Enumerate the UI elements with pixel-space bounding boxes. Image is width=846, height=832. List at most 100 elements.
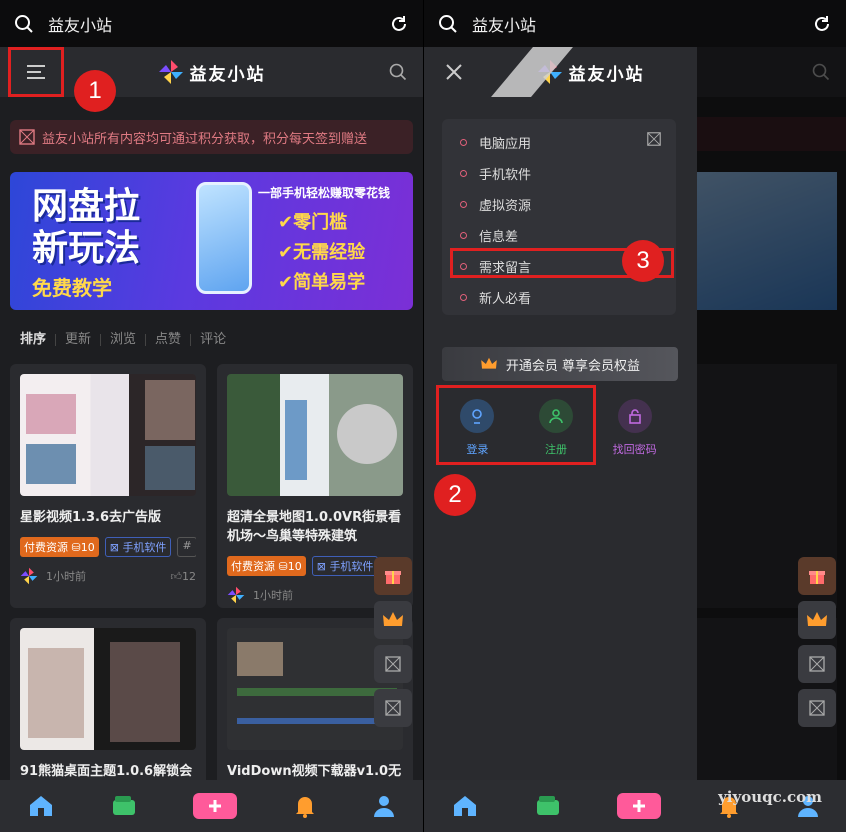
search-query[interactable]: 益友小站 [48,12,389,36]
float-button-3[interactable] [374,645,412,683]
like-count[interactable]: 👍︎12 [171,570,197,583]
crown-icon [807,612,827,626]
post-title[interactable]: 91熊猫桌面主题1.0.6解锁会 [20,762,196,781]
site-header: 益友小站 [0,47,423,97]
float-button-4[interactable] [798,689,836,727]
vip-crown-button[interactable] [374,601,412,639]
menu-item-label: 电脑应用 [479,137,532,152]
menu-item-virtual-resources[interactable]: 虚拟资源 [442,189,676,220]
browser-search-bar[interactable]: 益友小站 [424,0,846,47]
header-search-icon[interactable] [389,63,407,81]
user-icon[interactable] [373,794,395,818]
gift-button[interactable] [374,557,412,595]
paid-tag[interactable]: 付费资源 ⛁10 [227,556,306,576]
banner-feature-3: ✔简单易学 [278,272,366,293]
sort-comments[interactable]: 评论 [190,333,235,346]
menu-item-label: 虚拟资源 [479,199,532,214]
sort-views[interactable]: 浏览 [100,333,145,346]
bullet-icon [460,294,467,301]
home-icon[interactable] [452,794,478,818]
thumbs-up-icon: 👍︎ [170,569,183,583]
post-thumbnail [227,374,403,496]
category-tag[interactable]: ⊠ 手机软件 [311,556,379,576]
category-tag-label: 手机软件 [122,541,167,554]
refresh-icon[interactable] [389,14,409,34]
recover-password-button[interactable]: 找回密码 [600,385,670,457]
post-time: 1小时前 [46,570,86,583]
gift-button[interactable] [798,557,836,595]
banner-subtitle: 一部手机轻松赚取零花钱 [258,186,391,200]
category-menu: 电脑应用 手机软件 虚拟资源 信息差 需求留言 新人必看 [442,119,676,315]
wallet-icon[interactable] [535,795,561,817]
menu-item-pc-apps[interactable]: 电脑应用 [442,127,676,158]
close-icon[interactable] [446,64,462,80]
author-avatar-icon [227,586,245,604]
category-tag[interactable]: ⊠ 手机软件 [104,537,172,557]
category-tag-label: 手机软件 [329,560,374,573]
hamburger-icon [27,65,45,79]
post-card[interactable]: 91熊猫桌面主题1.0.6解锁会 [10,618,206,788]
post-title[interactable]: VidDown视频下载器v1.0无 [227,762,403,781]
paid-tag[interactable]: 付费资源 ⛁10 [20,537,99,557]
broken-image-icon: ⊠ [316,560,326,573]
more-tag[interactable]: # [177,537,196,557]
banner-headline: 网盘拉新玩法 [32,186,141,269]
refresh-icon[interactable] [812,14,832,34]
phone-illustration [196,182,252,294]
float-button-4[interactable] [374,689,412,727]
plus-icon [209,800,222,812]
broken-image-icon [19,129,35,145]
menu-button[interactable] [8,47,64,97]
home-icon[interactable] [28,794,54,818]
sort-likes[interactable]: 点赞 [145,333,190,346]
vip-banner[interactable]: 开通会员 尊享会员权益 [442,347,678,381]
broken-image-icon [647,132,661,146]
browser-search-bar[interactable]: 益友小站 [0,0,423,47]
menu-item-label: 手机软件 [479,168,532,183]
plus-icon [633,800,646,812]
bell-icon[interactable] [294,794,316,818]
search-query[interactable]: 益友小站 [472,12,812,36]
step-1-marker: 1 [74,70,116,112]
gift-icon [385,571,401,584]
site-logo[interactable]: 益友小站 [158,59,266,85]
sort-update[interactable]: 更新 [55,333,100,346]
menu-item-mobile-software[interactable]: 手机软件 [442,158,676,189]
step-2-marker: 2 [434,474,476,516]
wallet-icon[interactable] [111,795,137,817]
gift-icon [809,571,825,584]
post-title[interactable]: 超清全景地图1.0.0VR街景看机场～鸟巢等特殊建筑 [227,508,403,546]
broken-image-icon [385,656,401,672]
home-screen: 益友小站 益友小站 1 益友小站所有内容均可通过积分获取，积分每天签到赠送 网盘… [0,0,423,832]
search-icon [15,14,33,33]
publish-button[interactable] [193,793,238,819]
bullet-icon [460,139,467,146]
menu-item-newcomers[interactable]: 新人必看 [442,282,676,313]
site-name: 益友小站 [568,64,645,85]
bottom-tab-bar [0,780,423,832]
publish-button[interactable] [617,793,662,819]
post-thumbnail [20,628,196,750]
post-title[interactable]: 星影视频1.3.6去广告版 [20,508,196,527]
search-icon [439,14,457,33]
crown-icon [481,357,497,369]
sort-bar: 排序 更新 浏览 点赞 评论 [20,333,403,346]
site-name: 益友小站 [189,64,266,85]
post-time: 1小时前 [253,589,293,602]
post-card[interactable]: 星影视频1.3.6去广告版 付费资源 ⛁10 ⊠ 手机软件 # 1小时前 👍︎1… [10,364,206,608]
menu-item-label: 信息差 [479,230,519,245]
step-3-marker: 3 [622,240,664,282]
bullet-icon [460,170,467,177]
author-avatar-icon [20,567,38,585]
vip-crown-button[interactable] [798,601,836,639]
watermark: yiyouqc.com [718,788,822,806]
banner-feature-1: ✔零门槛 [278,212,348,233]
like-count-value: 12 [182,569,196,583]
menu-item-label: 新人必看 [479,292,532,307]
notice-bar[interactable]: 益友小站所有内容均可通过积分获取，积分每天签到赠送 [10,120,413,154]
broken-image-icon [385,700,401,716]
pinwheel-logo-icon [158,60,183,84]
promo-banner[interactable]: 网盘拉新玩法 免费教学 一部手机轻松赚取零花钱 ✔零门槛 ✔无需经验 ✔简单易学 [10,172,413,310]
banner-free-label: 免费教学 [32,276,112,300]
float-button-3[interactable] [798,645,836,683]
